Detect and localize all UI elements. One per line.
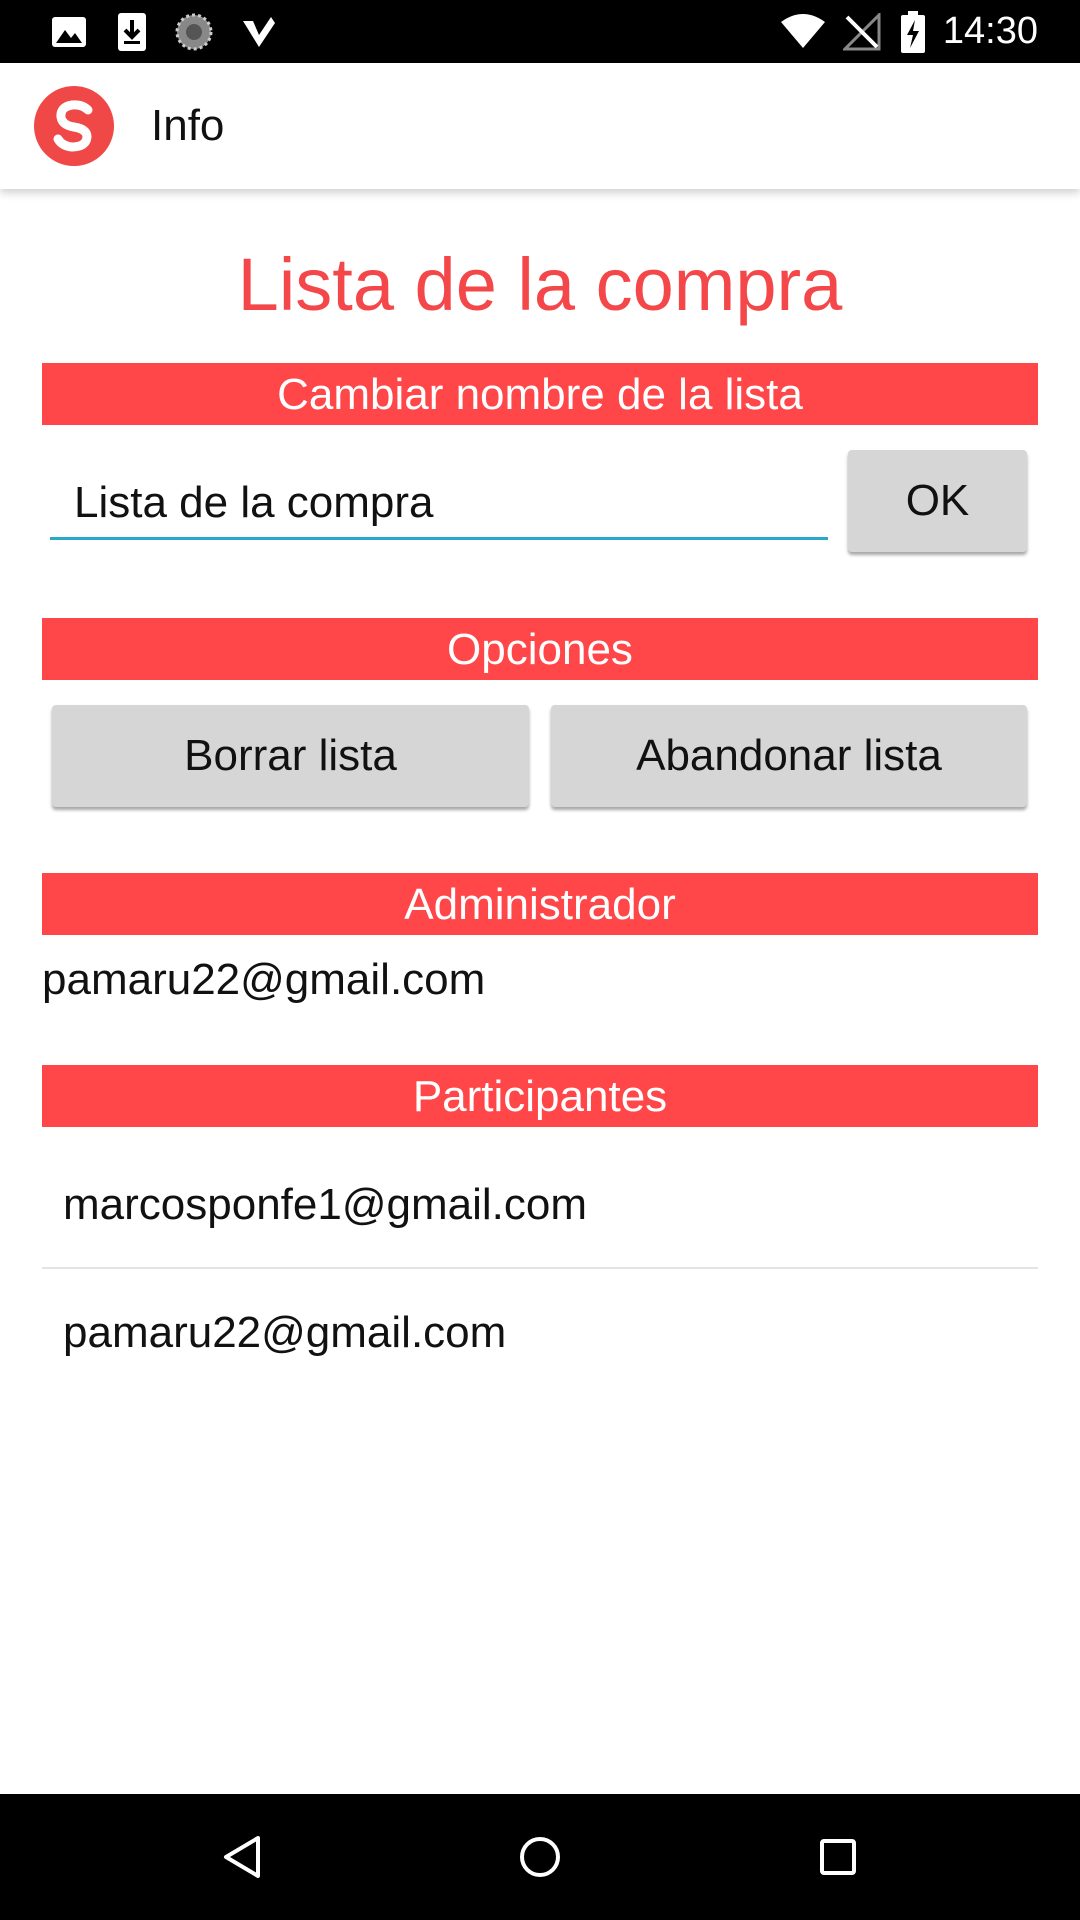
wifi-icon xyxy=(778,0,828,63)
admin-section-header: Administrador xyxy=(42,873,1038,935)
admin-email: pamaru22@gmail.com xyxy=(42,955,486,1004)
participants-section-header: Participantes xyxy=(42,1065,1038,1127)
back-icon[interactable] xyxy=(179,1794,305,1920)
clock: 14:30 xyxy=(942,10,1038,52)
app-logo xyxy=(34,86,114,166)
list-item[interactable]: marcosponfe1@gmail.com xyxy=(42,1141,1038,1269)
no-signal-icon xyxy=(840,0,884,63)
screen: 14:30 Info Lista de la compra Cambiar no… xyxy=(0,0,1080,1920)
status-bar: 14:30 xyxy=(0,0,1080,63)
sync-icon xyxy=(172,0,216,63)
rename-section-header: Cambiar nombre de la lista xyxy=(42,363,1038,425)
recents-icon[interactable] xyxy=(775,1794,901,1920)
page-title: Info xyxy=(151,101,225,150)
download-icon xyxy=(112,0,152,63)
logo-s-icon xyxy=(53,100,93,152)
ok-button[interactable]: OK xyxy=(848,450,1027,552)
image-icon xyxy=(46,0,92,63)
home-icon[interactable] xyxy=(477,1794,603,1920)
check-icon xyxy=(236,0,280,63)
battery-charging-icon xyxy=(898,0,928,63)
list-name-input[interactable] xyxy=(50,468,828,540)
options-section-header: Opciones xyxy=(42,618,1038,680)
navigation-bar xyxy=(0,1794,1080,1920)
app-bar: Info xyxy=(0,63,1080,189)
delete-list-button[interactable]: Borrar lista xyxy=(52,705,529,807)
list-title: Lista de la compra xyxy=(237,243,843,326)
leave-list-button[interactable]: Abandonar lista xyxy=(551,705,1027,807)
list-item[interactable]: pamaru22@gmail.com xyxy=(42,1269,1038,1397)
